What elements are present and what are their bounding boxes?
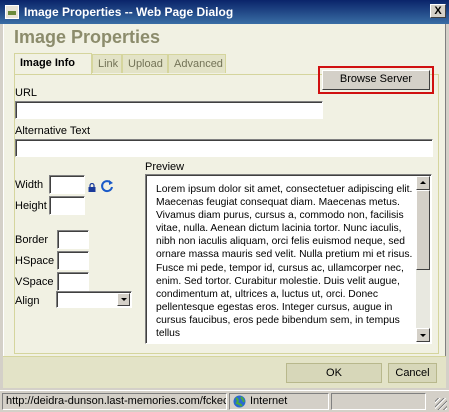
scroll-down-icon[interactable] (416, 328, 430, 342)
window-title: Image Properties -- Web Page Dialog (24, 5, 234, 19)
lock-ratio-icon[interactable] (88, 183, 96, 192)
dialog-title: Image Properties (14, 27, 161, 47)
vspace-label: VSpace (15, 276, 54, 288)
preview-label: Preview (145, 161, 185, 173)
tab-upload[interactable]: Upload (122, 54, 168, 73)
tab-advanced[interactable]: Advanced (168, 54, 226, 73)
url-label: URL (15, 87, 38, 99)
preview-text: Lorem ipsum dolor sit amet, consectetuer… (156, 184, 413, 340)
window-close-button[interactable]: X (430, 4, 446, 18)
chevron-down-icon[interactable] (117, 293, 130, 306)
url-input[interactable] (15, 101, 323, 119)
height-input[interactable] (49, 196, 85, 215)
status-extra (331, 393, 426, 410)
status-url: http://deidra-dunson.last-memories.com/f… (2, 393, 227, 410)
width-label: Width (15, 179, 44, 191)
border-label: Border (15, 234, 49, 246)
status-bar: http://deidra-dunson.last-memories.com/f… (0, 390, 449, 412)
cancel-button[interactable]: Cancel (388, 363, 437, 383)
width-input[interactable] (49, 175, 85, 194)
alt-text-input[interactable] (15, 139, 433, 157)
alt-text-label: Alternative Text (15, 125, 91, 137)
hspace-label: HSpace (15, 255, 55, 267)
height-label: Height (15, 200, 47, 212)
vspace-input[interactable] (57, 272, 89, 291)
scroll-up-icon[interactable] (416, 176, 430, 190)
align-label: Align (15, 295, 40, 307)
resize-grip-icon[interactable] (435, 398, 447, 410)
tab-image-info[interactable]: Image Info (14, 53, 92, 74)
preview-scrollbar[interactable] (416, 176, 430, 342)
status-zone: Internet (229, 393, 329, 410)
border-input[interactable] (57, 230, 89, 249)
status-zone-label: Internet (250, 395, 288, 407)
browse-server-button[interactable]: Browse Server (322, 70, 430, 90)
globe-icon (233, 395, 246, 408)
window-titlebar[interactable]: Image Properties -- Web Page Dialog X (0, 0, 449, 24)
ok-button[interactable]: OK (286, 363, 382, 383)
reset-size-icon[interactable] (100, 179, 114, 193)
tab-link[interactable]: Link (92, 54, 122, 73)
hspace-input[interactable] (57, 251, 89, 270)
preview-box: Lorem ipsum dolor sit amet, consectetuer… (145, 174, 432, 344)
align-select[interactable] (56, 291, 132, 308)
window-app-icon (5, 5, 19, 19)
scroll-thumb[interactable] (416, 190, 430, 270)
